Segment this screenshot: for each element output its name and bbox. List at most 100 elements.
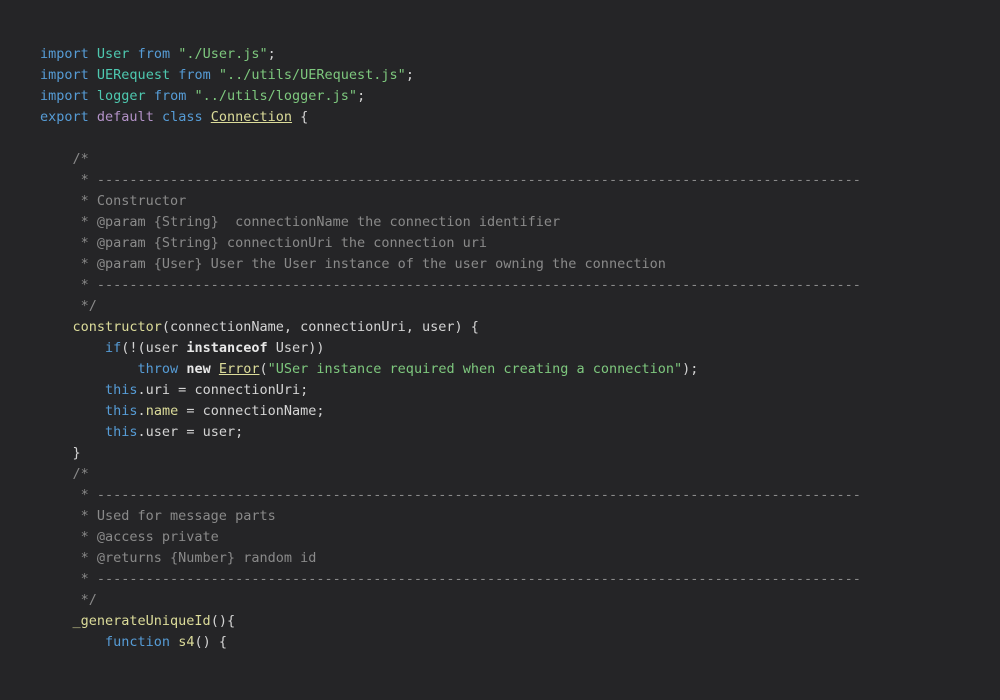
code-token: /* <box>40 466 89 482</box>
code-line[interactable]: * @param {User} User the User instance o… <box>40 254 1000 275</box>
code-token: "./User.js" <box>178 46 268 62</box>
code-line[interactable]: */ <box>40 296 1000 317</box>
code-token: function <box>105 634 171 650</box>
code-token: * @returns {Number} random id <box>40 550 317 566</box>
code-token: Error <box>218 361 260 377</box>
code-token: from <box>153 88 187 104</box>
code-line[interactable]: this.uri = connectionUri; <box>40 380 1000 401</box>
code-line[interactable]: import UERequest from "../utils/UEReques… <box>40 65 1000 86</box>
code-line[interactable]: /* <box>40 464 1000 485</box>
code-token: ( <box>259 361 268 377</box>
code-line[interactable]: import logger from "../utils/logger.js"; <box>40 86 1000 107</box>
code-token: User <box>96 46 130 62</box>
code-token: .user = user; <box>137 424 244 440</box>
code-line[interactable]: export default class Connection { <box>40 107 1000 128</box>
code-line[interactable]: _generateUniqueId(){ <box>40 611 1000 632</box>
code-line[interactable]: * @param {String} connectionName the con… <box>40 212 1000 233</box>
code-token: * --------------------------------------… <box>40 277 861 293</box>
code-token: default <box>96 109 154 125</box>
code-line[interactable]: * @returns {Number} random id <box>40 548 1000 569</box>
code-token: = connectionName; <box>178 403 325 419</box>
code-line[interactable]: */ <box>40 590 1000 611</box>
code-token: s4 <box>178 634 195 650</box>
code-token: UERequest <box>96 67 171 83</box>
code-token: ; <box>405 67 414 83</box>
code-line[interactable]: } <box>40 443 1000 464</box>
code-line[interactable]: constructor(connectionName, connectionUr… <box>40 317 1000 338</box>
code-line[interactable]: * --------------------------------------… <box>40 170 1000 191</box>
code-token: export <box>40 109 89 125</box>
code-token: * @param {String} connectionName the con… <box>40 214 561 230</box>
code-line[interactable]: throw new Error("USer instance required … <box>40 359 1000 380</box>
code-token: instanceof <box>186 340 268 356</box>
code-token: . <box>137 403 146 419</box>
code-token: ); <box>682 361 699 377</box>
code-token: _generateUniqueId <box>72 613 211 629</box>
code-token: "USer instance required when creating a … <box>267 361 683 377</box>
code-line[interactable]: * Used for message parts <box>40 506 1000 527</box>
code-content[interactable]: import User from "./User.js"; import UERe… <box>40 44 1000 653</box>
code-token: class <box>161 109 203 125</box>
code-token: User)) <box>267 340 325 356</box>
code-line[interactable]: this.user = user; <box>40 422 1000 443</box>
code-line[interactable]: this.name = connectionName; <box>40 401 1000 422</box>
code-token: this <box>105 403 138 419</box>
code-token: this <box>105 424 138 440</box>
code-token: } <box>40 445 81 461</box>
code-token: * Used for message parts <box>40 508 276 524</box>
code-token: * @param {User} User the User instance o… <box>40 256 666 272</box>
code-token: new <box>186 361 211 377</box>
code-token: import <box>40 88 89 104</box>
code-line[interactable]: function s4() { <box>40 632 1000 653</box>
code-token: */ <box>40 298 97 314</box>
code-token: (connectionName, connectionUri, user) { <box>161 319 479 335</box>
code-token: * --------------------------------------… <box>40 571 861 587</box>
code-line[interactable]: * --------------------------------------… <box>40 275 1000 296</box>
code-line[interactable]: * @access private <box>40 527 1000 548</box>
code-line[interactable]: /* <box>40 149 1000 170</box>
code-line[interactable]: import User from "./User.js"; <box>40 44 1000 65</box>
code-token: /* <box>40 151 89 167</box>
code-token: * --------------------------------------… <box>40 172 861 188</box>
code-token: import <box>40 46 89 62</box>
code-line[interactable]: if(!(user instanceof User)) <box>40 338 1000 359</box>
code-token: throw <box>137 361 179 377</box>
code-line[interactable]: * --------------------------------------… <box>40 569 1000 590</box>
code-token: this <box>105 382 138 398</box>
code-token: (!(user <box>121 340 187 356</box>
code-token: .uri = connectionUri; <box>137 382 309 398</box>
code-token: { <box>292 109 309 125</box>
code-token: * @access private <box>40 529 219 545</box>
code-line[interactable]: ​ <box>40 128 1000 149</box>
code-token: from <box>178 67 211 83</box>
code-token: import <box>40 67 89 83</box>
code-token: "../utils/UERequest.js" <box>218 67 406 83</box>
code-token: from <box>137 46 171 62</box>
code-token: () { <box>194 634 227 650</box>
code-line[interactable]: * Constructor <box>40 191 1000 212</box>
code-token: Connection <box>210 109 293 125</box>
code-token: name <box>145 403 179 419</box>
code-line[interactable]: * @param {String} connectionUri the conn… <box>40 233 1000 254</box>
code-line[interactable]: * --------------------------------------… <box>40 485 1000 506</box>
code-editor[interactable]: import User from "./User.js"; import UERe… <box>0 0 1000 700</box>
